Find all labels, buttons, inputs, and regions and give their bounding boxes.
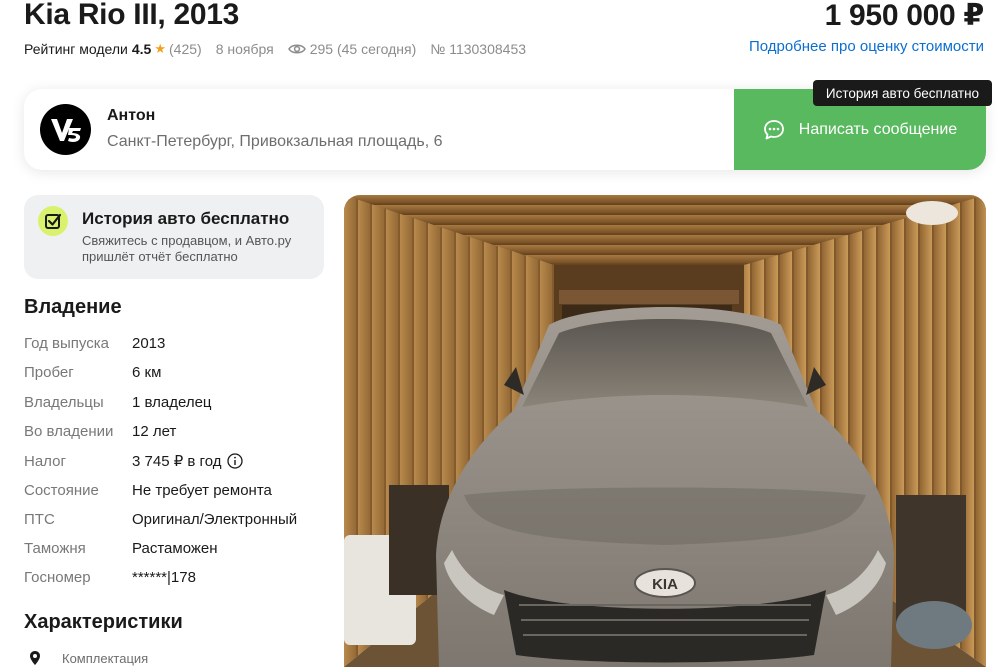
listing-price: 1 950 000 ₽ bbox=[824, 0, 985, 32]
info-icon[interactable] bbox=[227, 453, 244, 469]
history-text: Свяжитесь с продавцом, и Авто.ру пришлёт… bbox=[82, 233, 292, 264]
kia-badge: KIA bbox=[652, 576, 678, 593]
history-card[interactable]: История авто бесплатно Свяжитесь с прода… bbox=[24, 195, 324, 279]
tax-value: 3 745 ₽ в год bbox=[132, 453, 222, 470]
spec-value: ******|178 bbox=[132, 568, 196, 586]
spec-row: Состояние Не требует ремонта bbox=[24, 480, 272, 500]
pin-icon bbox=[30, 651, 40, 665]
seller-logo[interactable] bbox=[40, 104, 91, 155]
config-row: Комплектация bbox=[24, 650, 148, 666]
views-count: 295 (45 сегодня) bbox=[309, 41, 417, 57]
spec-label: Владельцы bbox=[24, 393, 104, 411]
dealer-logo-icon bbox=[50, 118, 81, 142]
spec-row: ПТС Оригинал/Электронный bbox=[24, 509, 297, 529]
rating-value[interactable]: 4.5 bbox=[132, 41, 151, 57]
spec-value: 3 745 ₽ в год bbox=[132, 452, 244, 470]
estimate-link[interactable]: Подробнее про оценку стоимости bbox=[749, 38, 984, 55]
history-check-icon bbox=[38, 206, 68, 236]
spec-row: Таможня Растаможен bbox=[24, 538, 218, 558]
history-tooltip: История авто бесплатно bbox=[813, 80, 992, 106]
spec-value: Растаможен bbox=[132, 539, 218, 557]
spec-label: Год выпуска bbox=[24, 334, 109, 352]
eye-icon bbox=[287, 44, 306, 54]
chat-icon bbox=[763, 119, 784, 139]
spec-label: Во владении bbox=[24, 422, 114, 440]
spec-row: Налог 3 745 ₽ в год bbox=[24, 451, 244, 471]
star-icon: ★ bbox=[154, 41, 166, 56]
spec-value: 1 владелец bbox=[132, 393, 212, 411]
send-message-label: Написать сообщение bbox=[798, 120, 958, 138]
spec-label: Госномер bbox=[24, 568, 91, 586]
spec-row: Во владении 12 лет bbox=[24, 421, 176, 441]
spec-label: Состояние bbox=[24, 481, 99, 499]
config-label: Комплектация bbox=[62, 650, 149, 666]
listing-title: Kia Rio III, 2013 bbox=[24, 0, 239, 31]
spec-row: Пробег 6 км bbox=[24, 362, 161, 382]
rating-count[interactable]: (425) bbox=[169, 41, 202, 57]
ownership-title: Владение bbox=[24, 296, 122, 318]
rating-label: Рейтинг модели bbox=[24, 41, 128, 57]
spec-row: Год выпуска 2013 bbox=[24, 333, 165, 353]
spec-value: 12 лет bbox=[132, 422, 177, 440]
listing-number: № 1130308453 bbox=[430, 41, 527, 57]
listing-meta: Рейтинг модели 4.5 ★ (425) 8 ноября 295 … bbox=[24, 41, 526, 57]
spec-value: 6 км bbox=[132, 363, 162, 381]
seller-name[interactable]: Антон bbox=[107, 107, 155, 125]
car-photo[interactable]: KIA bbox=[344, 195, 986, 667]
spec-value: Не требует ремонта bbox=[132, 481, 272, 499]
spec-row: Госномер ******|178 bbox=[24, 567, 196, 587]
seller-address: Санкт-Петербург, Привокзальная площадь, … bbox=[107, 133, 443, 150]
characteristics-title: Характеристики bbox=[24, 611, 183, 633]
spec-label: Налог bbox=[24, 452, 66, 470]
car-photo-illustration: KIA bbox=[344, 195, 986, 667]
spec-value: Оригинал/Электронный bbox=[132, 510, 298, 528]
spec-label: Таможня bbox=[24, 539, 86, 557]
spec-label: Пробег bbox=[24, 363, 74, 381]
spec-label: ПТС bbox=[24, 510, 55, 528]
spec-row: Владельцы 1 владелец bbox=[24, 392, 212, 412]
spec-value: 2013 bbox=[132, 334, 166, 352]
history-title: История авто бесплатно bbox=[82, 209, 290, 228]
listing-date: 8 ноября bbox=[215, 41, 274, 57]
